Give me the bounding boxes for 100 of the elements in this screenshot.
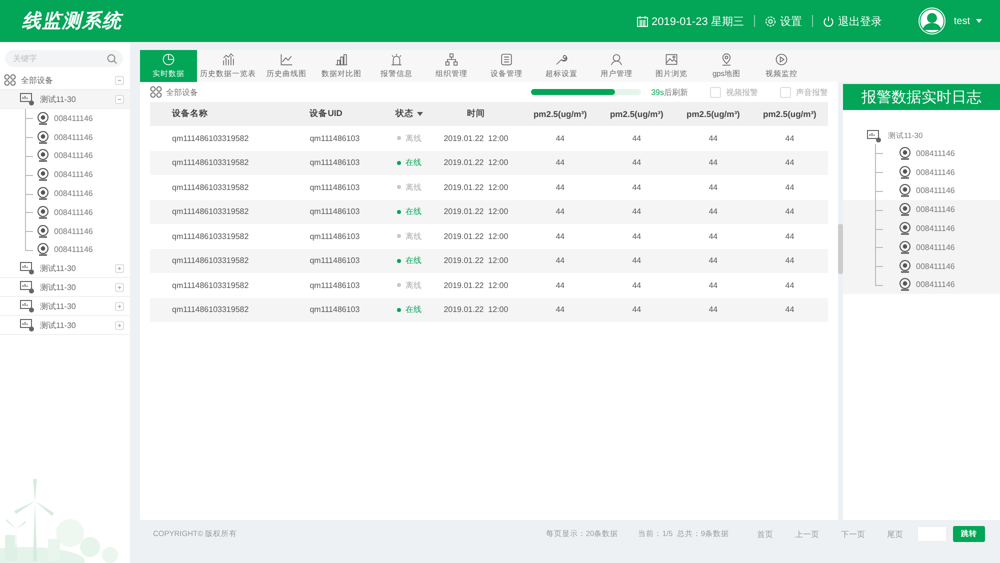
status-text: 在线: [405, 206, 422, 218]
table-cell: qm111486103319582: [150, 248, 288, 273]
tree-item[interactable]: 008411146: [843, 200, 1000, 220]
table-cell: 44: [674, 224, 752, 248]
table-cell: 44: [598, 224, 675, 248]
column-header: 设备名称: [150, 102, 288, 126]
table-cell: 2019.01.22 12:00: [430, 298, 522, 322]
table-cell: qm111486103319582: [150, 298, 288, 322]
column-header: 时间: [430, 102, 522, 126]
table-cell: 44: [674, 248, 752, 273]
tree-item[interactable]: 008411146: [843, 238, 1000, 257]
panel-title: 报警数据实时日志: [843, 84, 1000, 110]
tree-item[interactable]: 008411146: [867, 144, 1000, 163]
tree-item[interactable]: 测试11-30: [0, 297, 130, 316]
app-title: 线监测系统: [22, 10, 122, 34]
table-cell: 44: [751, 200, 828, 224]
tree-item[interactable]: 008411146: [843, 219, 1000, 238]
table-cell: qm111486103: [288, 298, 389, 322]
table-cell: 44: [522, 298, 598, 322]
column-header: pm2.5(ug/m³): [598, 102, 675, 126]
tree-item[interactable]: 008411146: [25, 240, 130, 260]
table-cell: 44: [751, 224, 828, 248]
table-cell: 44: [522, 248, 598, 273]
table-cell: 44: [674, 273, 752, 298]
table-cell: 44: [674, 150, 752, 175]
table-cell: 2019.01.22 12:00: [430, 200, 522, 224]
table-cell: qm111486103: [288, 248, 389, 273]
page-link[interactable]: 首页: [757, 528, 773, 540]
table-cell: qm111486103319582: [150, 126, 288, 150]
table-cell: qm111486103319582: [150, 200, 288, 224]
page-link[interactable]: 上一页: [795, 528, 819, 540]
table-cell: 44: [522, 273, 598, 298]
tree-item[interactable]: 008411146: [25, 128, 130, 147]
column-header: pm2.5(ug/m³): [674, 102, 752, 126]
status-text: 在线: [405, 304, 422, 316]
tree-item[interactable]: 008411146: [25, 202, 130, 222]
table-cell: 44: [598, 298, 675, 322]
tree-item[interactable]: 008411146: [25, 109, 130, 128]
table-cell: 2019.01.22 12:00: [430, 150, 522, 175]
tree-item[interactable]: 008411146: [843, 256, 1000, 276]
table-cell: 2019.01.22 12:00: [430, 175, 522, 200]
table-cell: 2019.01.22 12:00: [430, 248, 522, 273]
tree-item[interactable]: 008411146: [867, 162, 1000, 182]
status-text: 在线: [405, 255, 422, 266]
table-cell: qm111486103319582: [150, 150, 288, 175]
table-cell: qm111486103319582: [150, 175, 288, 200]
search-field[interactable]: 关键字: [5, 50, 123, 67]
tree-item[interactable]: 测试11-30: [0, 278, 130, 298]
table-cell: 44: [751, 298, 828, 322]
table-cell: 44: [598, 126, 675, 150]
settings-button[interactable]: 设置: [764, 14, 802, 28]
logout-button[interactable]: 退出登录: [822, 14, 882, 28]
table-cell: 44: [598, 150, 675, 175]
tree-item[interactable]: 008411146: [867, 182, 1000, 200]
all-devices-label: 全部设备: [166, 86, 198, 98]
status-text: 离线: [405, 280, 422, 291]
table-cell: 44: [751, 126, 828, 150]
refresh-countdown: 39s后刷新: [650, 86, 688, 98]
table-cell: qm111486103: [288, 200, 389, 224]
table-cell: 44: [751, 150, 828, 175]
status-text: 离线: [405, 132, 422, 144]
table-cell: 44: [522, 150, 598, 175]
table-cell: 44: [598, 175, 675, 200]
table-cell: 2019.01.22 12:00: [430, 126, 522, 150]
table-cell: 44: [674, 175, 752, 200]
tree-item[interactable]: 测试11-30: [0, 90, 130, 109]
tree-item[interactable]: 008411146: [843, 276, 1000, 294]
page-link[interactable]: 下一页: [841, 528, 865, 540]
tree-item[interactable]: 008411146: [25, 184, 130, 203]
user-menu[interactable]: test: [954, 16, 982, 26]
date-text: 2019-01-23 星期三: [652, 14, 744, 28]
table-cell: 44: [674, 298, 752, 322]
checkbox-label: 声音报警: [796, 86, 828, 98]
table-cell: 44: [522, 126, 598, 150]
table-cell: qm111486103319582: [150, 273, 288, 298]
table-cell: 44: [674, 200, 752, 224]
table-cell: 44: [522, 224, 598, 248]
table-cell: 44: [751, 273, 828, 298]
tree-item[interactable]: 008411146: [25, 146, 130, 166]
status-text: 离线: [405, 230, 422, 242]
status-text: 在线: [405, 157, 422, 168]
page-link[interactable]: 尾页: [887, 528, 903, 540]
tree-item[interactable]: 008411146: [25, 222, 130, 241]
table-cell: qm111486103: [288, 273, 389, 298]
table-cell: 44: [751, 248, 828, 273]
table-cell: 44: [522, 175, 598, 200]
tree-item[interactable]: 测试11-30: [0, 316, 130, 336]
table-cell: 44: [522, 200, 598, 224]
table-cell: 2019.01.22 12:00: [430, 224, 522, 248]
table-cell: qm111486103: [288, 224, 389, 248]
column-header: pm2.5(ug/m³): [751, 102, 828, 126]
table-cell: 44: [751, 175, 828, 200]
column-header: pm2.5(ug/m³): [522, 102, 598, 126]
table-cell: qm111486103319582: [150, 224, 288, 248]
table-cell: 44: [598, 248, 675, 273]
tree-item[interactable]: 测试11-30: [0, 259, 130, 278]
tree-item[interactable]: 008411146: [25, 165, 130, 184]
table-cell: qm111486103: [288, 150, 389, 175]
table-cell: 44: [598, 273, 675, 298]
table-cell: 44: [598, 200, 675, 224]
